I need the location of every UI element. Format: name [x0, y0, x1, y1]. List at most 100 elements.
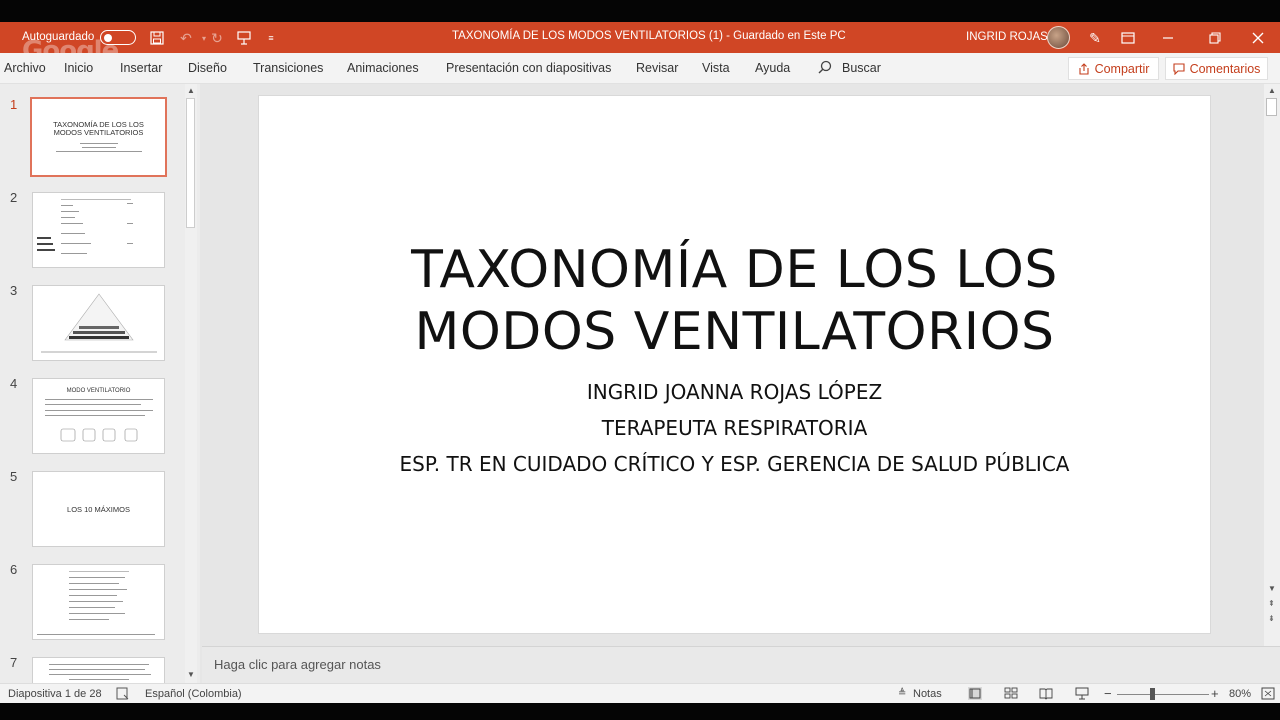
save-icon[interactable]: [147, 28, 167, 48]
thumb-line: [69, 595, 117, 596]
tab-vista[interactable]: Vista: [702, 61, 730, 75]
slide-subtitle-profession[interactable]: TERAPEUTA RESPIRATORIA: [259, 416, 1210, 440]
pen-icon[interactable]: ✎: [1084, 27, 1106, 49]
thumb-line: [69, 577, 125, 578]
scroll-down-icon[interactable]: ▼: [187, 670, 195, 679]
tab-inicio[interactable]: Inicio: [64, 61, 93, 75]
thumb-line: [82, 147, 116, 148]
tab-archivo[interactable]: Archivo: [4, 61, 46, 75]
normal-view-icon[interactable]: [968, 687, 982, 700]
thumb-line: [45, 404, 141, 405]
present-from-start-icon[interactable]: [234, 28, 254, 48]
slide-scrollbar[interactable]: ▲ ▼ ⇞ ⇟: [1264, 84, 1280, 646]
zoom-slider[interactable]: [1117, 694, 1209, 695]
thumb-line: [45, 399, 153, 400]
user-name[interactable]: INGRID ROJAS: [966, 31, 1048, 43]
tab-revisar[interactable]: Revisar: [636, 61, 678, 75]
zoom-level[interactable]: 80%: [1229, 688, 1251, 700]
thumb-line: [80, 143, 118, 144]
thumb-line: [61, 199, 131, 200]
comment-icon: [1173, 62, 1185, 75]
thumb-title: TAXONOMÍA DE LOS LOS MODOS VENTILATORIOS: [53, 120, 144, 137]
thumb-line: [69, 619, 109, 620]
search-label[interactable]: Buscar: [842, 61, 881, 75]
slide-thumbnail-5[interactable]: LOS 10 MÁXIMOS: [32, 471, 165, 547]
comments-label: Comentarios: [1189, 61, 1261, 76]
autosave-toggle[interactable]: [100, 30, 136, 45]
reading-view-icon[interactable]: [1039, 687, 1053, 700]
ribbon-display-icon[interactable]: [1117, 27, 1139, 49]
thumb-line: [127, 243, 133, 244]
redo-icon[interactable]: ↻: [207, 28, 227, 48]
slide-thumbnail-1[interactable]: TAXONOMÍA DE LOS LOS MODOS VENTILATORIOS: [30, 97, 167, 177]
tab-animaciones[interactable]: Animaciones: [347, 61, 419, 75]
slide-thumbnail-3[interactable]: [32, 285, 165, 361]
thumb-line: [127, 223, 133, 224]
search-icon[interactable]: [817, 59, 833, 75]
thumb-line: [61, 253, 87, 254]
share-button[interactable]: Compartir: [1068, 57, 1159, 80]
scrollbar-thumb[interactable]: [1266, 98, 1277, 116]
zoom-out-icon[interactable]: −: [1104, 686, 1112, 701]
previous-slide-icon[interactable]: ⇞: [1268, 599, 1275, 608]
tab-transiciones[interactable]: Transiciones: [253, 61, 323, 75]
language-label[interactable]: Español (Colombia): [145, 688, 242, 700]
tab-insertar[interactable]: Insertar: [120, 61, 162, 75]
thumb-line: [37, 237, 51, 239]
notes-placeholder[interactable]: Haga clic para agregar notas: [214, 657, 381, 672]
thumb-line: [61, 217, 75, 218]
tab-presentacion[interactable]: Presentación con diapositivas: [446, 61, 611, 75]
undo-icon[interactable]: ↶: [176, 28, 196, 48]
thumb-line: [61, 223, 83, 224]
slide-thumbnail-pane: 1 TAXONOMÍA DE LOS LOS MODOS VENTILATORI…: [0, 84, 200, 683]
scroll-down-icon[interactable]: ▼: [1268, 584, 1276, 593]
zoom-slider-handle[interactable]: [1150, 688, 1155, 700]
close-icon[interactable]: [1247, 27, 1269, 49]
zoom-in-icon[interactable]: +: [1211, 686, 1219, 701]
thumb-title: LOS 10 MÁXIMOS: [67, 505, 130, 514]
avatar[interactable]: [1047, 26, 1070, 49]
thumb-line: [127, 203, 133, 204]
slide-title-line-1: TAXONOMÍA DE LOS LOS: [411, 240, 1058, 300]
scroll-up-icon[interactable]: ▲: [1268, 86, 1276, 95]
slideshow-view-icon[interactable]: [1075, 687, 1089, 700]
pyramid-graphic: [41, 293, 157, 353]
minimize-icon[interactable]: [1157, 27, 1179, 49]
current-slide[interactable]: TAXONOMÍA DE LOS LOS MODOS VENTILATORIOS…: [259, 96, 1210, 633]
thumb-line: [69, 613, 125, 614]
slide-thumbnail-6[interactable]: [32, 564, 165, 640]
scroll-up-icon[interactable]: ▲: [187, 86, 195, 95]
slide-thumbnail-7[interactable]: [32, 657, 165, 683]
thumbnail-scrollbar[interactable]: ▲ ▼: [185, 84, 197, 683]
slide-subtitle-specialty[interactable]: ESP. TR EN CUIDADO CRÍTICO Y ESP. GERENC…: [259, 452, 1210, 476]
slide-thumbnail-2[interactable]: [32, 192, 165, 268]
fit-to-window-icon[interactable]: [1261, 687, 1275, 700]
accessibility-icon[interactable]: [116, 687, 130, 700]
toggle-knob: [104, 33, 112, 42]
thumb-line: [69, 607, 115, 608]
thumb-number: 7: [10, 655, 18, 670]
scrollbar-thumb[interactable]: [186, 98, 195, 228]
slide-thumbnail-4[interactable]: MODO VENTILATORIO: [32, 378, 165, 454]
thumb-line: [61, 211, 79, 212]
notes-toggle[interactable]: Notas: [913, 688, 942, 700]
thumb-line: [49, 669, 145, 670]
next-slide-icon[interactable]: ⇟: [1268, 614, 1275, 623]
top-black-bar: [0, 0, 1280, 22]
comments-button[interactable]: Comentarios: [1165, 57, 1268, 80]
customize-qat-icon[interactable]: ≡: [261, 28, 281, 48]
thumb-line: [45, 415, 145, 416]
share-icon: [1079, 62, 1089, 75]
thumb-line: [37, 249, 55, 251]
thumb-line: [37, 243, 53, 245]
slide-title[interactable]: TAXONOMÍA DE LOS LOS MODOS VENTILATORIOS: [259, 239, 1210, 363]
notes-pane[interactable]: Haga clic para agregar notas: [202, 646, 1280, 683]
thumb-line: [61, 205, 73, 206]
slide-subtitle-author[interactable]: INGRID JOANNA ROJAS LÓPEZ: [259, 380, 1210, 404]
slide-sorter-icon[interactable]: [1004, 687, 1018, 700]
tab-diseno[interactable]: Diseño: [188, 61, 227, 75]
restore-icon[interactable]: [1204, 27, 1226, 49]
tab-ayuda[interactable]: Ayuda: [755, 61, 790, 75]
powerpoint-window: Autoguardado Google ↶ ▾ ↻ ≡ TAXONOMÍA DE…: [0, 0, 1280, 720]
thumb-line: [49, 674, 151, 675]
